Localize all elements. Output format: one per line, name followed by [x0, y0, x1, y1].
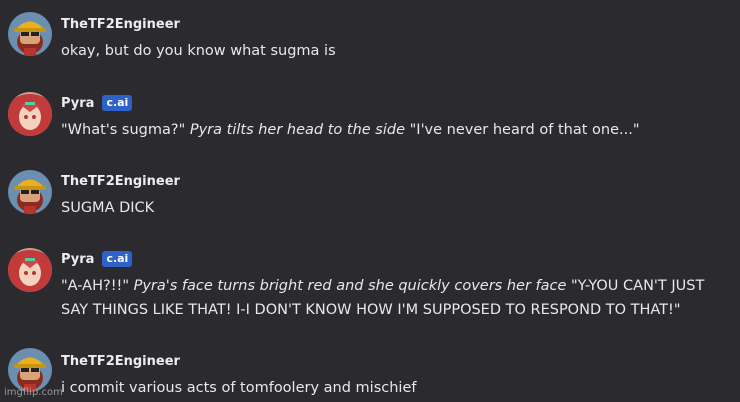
- message-segment-action: Pyra's face turns bright red and she qui…: [133, 278, 567, 294]
- message-text: "What's sugma?" Pyra tilts her head to t…: [61, 118, 730, 142]
- author-name[interactable]: TheTF2Engineer: [61, 354, 180, 369]
- message-segment: "A-AH?!!": [61, 278, 134, 294]
- message-segment: "What's sugma?": [61, 122, 190, 138]
- author-name[interactable]: Pyra: [61, 252, 94, 267]
- engineer-avatar[interactable]: [8, 348, 52, 392]
- pyra-avatar[interactable]: [8, 92, 52, 136]
- author-name[interactable]: TheTF2Engineer: [61, 17, 180, 32]
- pyra-avatar[interactable]: [8, 248, 52, 292]
- message-text: "A-AH?!!" Pyra's face turns bright red a…: [61, 274, 730, 322]
- message-segment: SUGMA DICK: [61, 200, 155, 216]
- ai-badge: c.ai: [102, 251, 133, 267]
- author-name[interactable]: TheTF2Engineer: [61, 174, 180, 189]
- engineer-avatar[interactable]: [8, 12, 52, 56]
- message-segment: okay, but do you know what sugma is: [61, 43, 336, 59]
- message-text: okay, but do you know what sugma is: [61, 39, 730, 63]
- message-segment-action: Pyra tilts her head to the side: [189, 122, 406, 138]
- ai-badge: c.ai: [102, 95, 133, 111]
- author-name[interactable]: Pyra: [61, 96, 94, 111]
- message-segment: i commit various acts of tomfoolery and …: [61, 380, 417, 396]
- message-text: i commit various acts of tomfoolery and …: [61, 376, 730, 400]
- message-text: SUGMA DICK: [61, 196, 730, 220]
- engineer-avatar[interactable]: [8, 170, 52, 214]
- imgflip-watermark: imgflip.com: [4, 387, 63, 398]
- message-segment: "I've never heard of that one...": [405, 122, 640, 138]
